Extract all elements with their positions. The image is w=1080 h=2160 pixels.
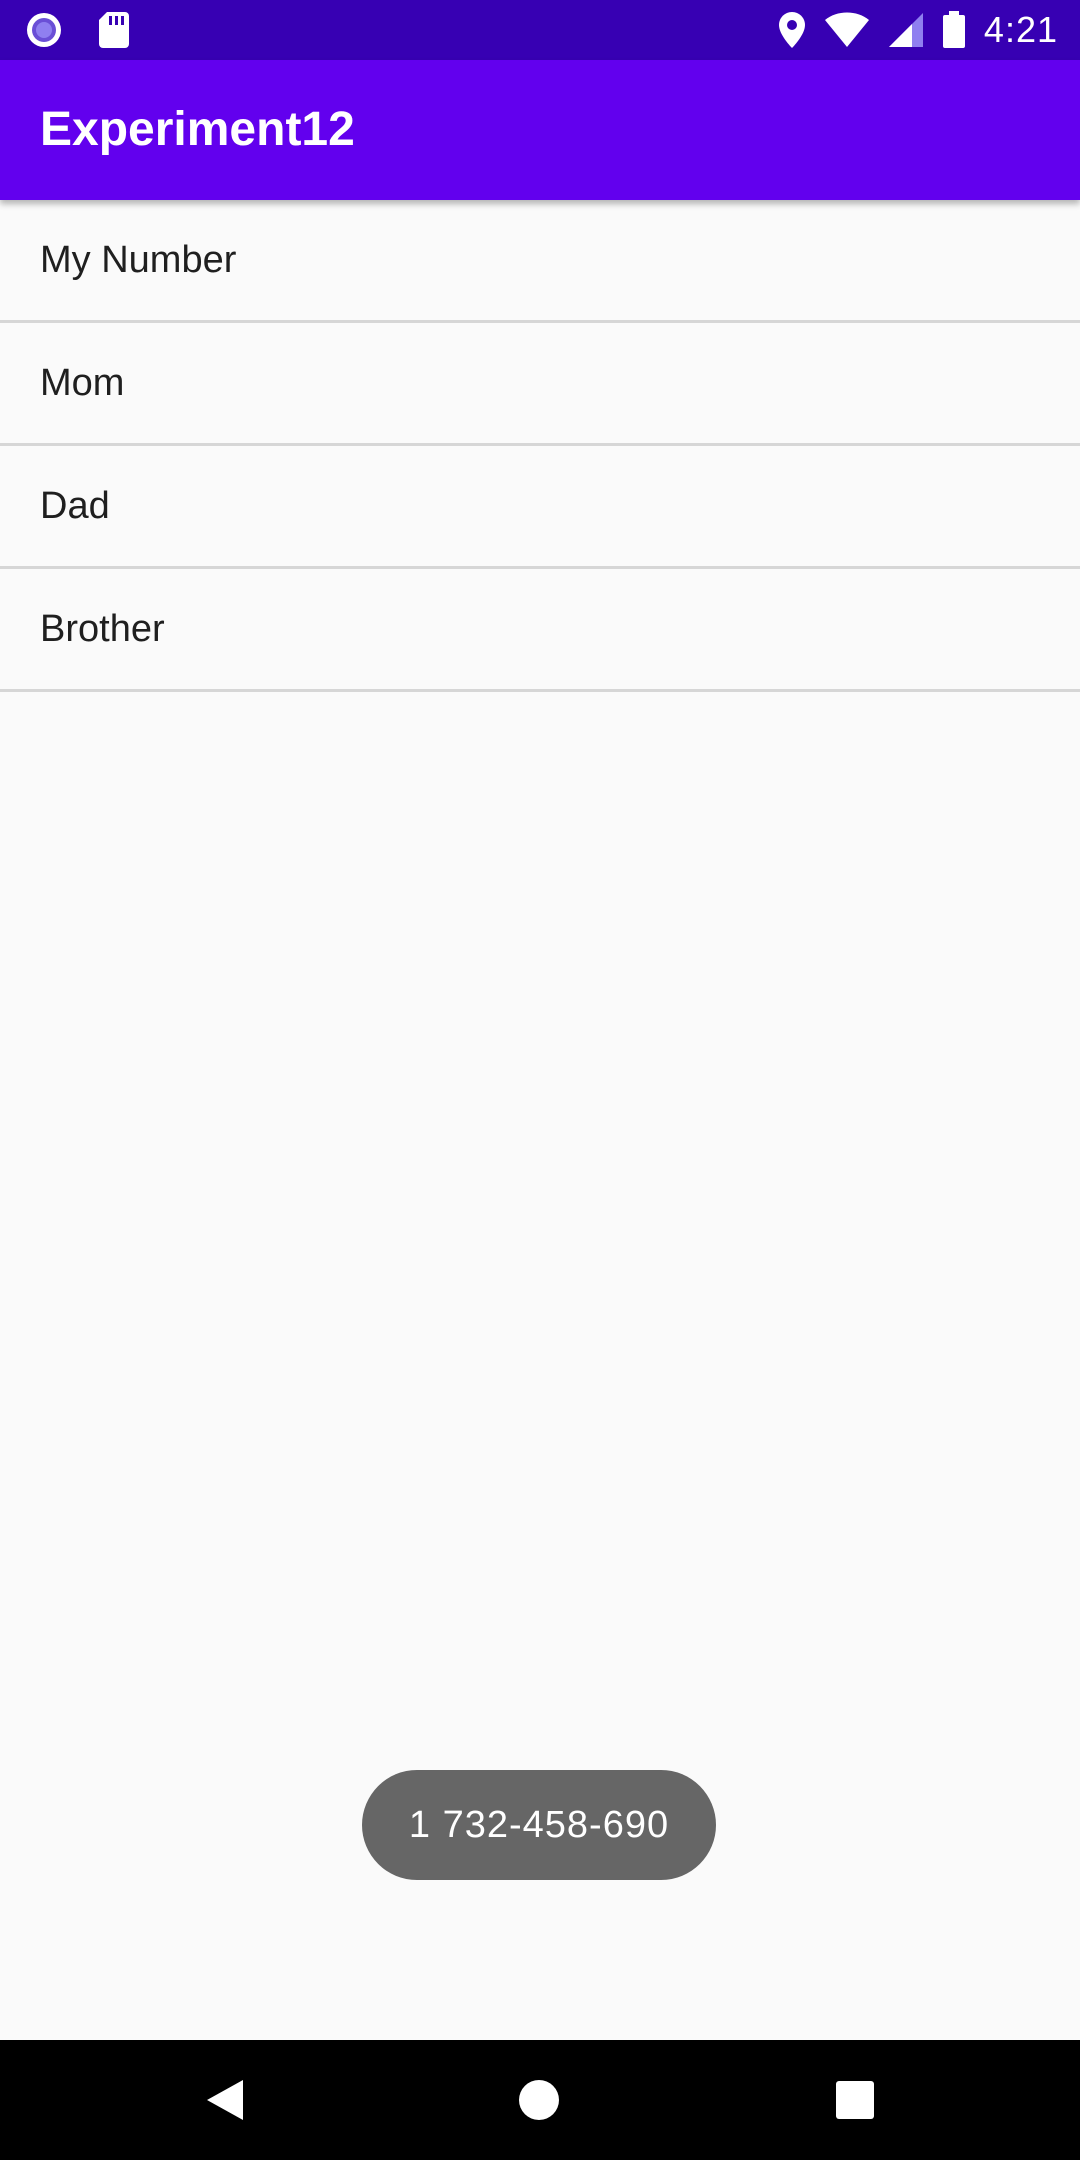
status-bar: 4:21 xyxy=(0,0,1080,60)
screen: 4:21 Experiment12 My Number Mom Dad Brot… xyxy=(0,0,1080,2160)
wifi-icon xyxy=(824,12,870,48)
sd-card-icon xyxy=(98,11,130,49)
location-icon xyxy=(778,11,806,49)
record-indicator-icon xyxy=(24,10,64,50)
list-item-mom[interactable]: Mom xyxy=(0,323,1080,446)
back-icon xyxy=(205,2078,245,2122)
back-button[interactable] xyxy=(165,2040,285,2160)
cell-signal-icon xyxy=(888,12,924,48)
app-title: Experiment12 xyxy=(40,103,355,156)
app-bar: Experiment12 xyxy=(0,60,1080,200)
list-item-my-number[interactable]: My Number xyxy=(0,200,1080,323)
status-left-icons xyxy=(24,0,130,60)
home-button[interactable] xyxy=(479,2040,599,2160)
recents-icon xyxy=(835,2080,875,2120)
list-item-brother[interactable]: Brother xyxy=(0,569,1080,692)
list-item-dad[interactable]: Dad xyxy=(0,446,1080,569)
recents-button[interactable] xyxy=(795,2040,915,2160)
toast-message: 1 732-458-690 xyxy=(362,1770,716,1880)
contact-list: My Number Mom Dad Brother xyxy=(0,200,1080,692)
navigation-bar xyxy=(0,2040,1080,2160)
status-right-icons: 4:21 xyxy=(778,0,1058,60)
home-icon xyxy=(517,2078,561,2122)
battery-icon xyxy=(942,11,966,49)
status-time: 4:21 xyxy=(983,9,1058,50)
